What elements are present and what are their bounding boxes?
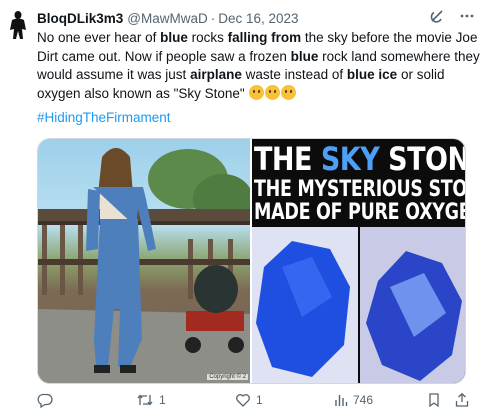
share-icon [454, 392, 470, 408]
blue-rock-image-right [360, 227, 465, 383]
author-name[interactable]: BloqDLik3m3 [37, 11, 123, 26]
bookmark-icon [427, 392, 441, 408]
blue-rock-image-left [252, 227, 358, 383]
like-icon [235, 392, 251, 408]
sky-stone-subtitle-line1: THE MYSTERIOUS STONE [254, 177, 465, 202]
like-count: 1 [256, 393, 263, 407]
face-with-monocle-icon [249, 84, 265, 100]
media-photo-joe-dirt[interactable]: Copyright © 2 [38, 139, 250, 383]
thinking-face-icon [265, 84, 281, 100]
retweet-button[interactable]: 1 [136, 392, 166, 408]
like-button[interactable]: 1 [235, 392, 263, 408]
tweet-text: No one ever hear of blue rocks falling f… [37, 29, 482, 103]
shushing-face-icon [281, 84, 297, 100]
grok-icon[interactable] [429, 8, 445, 24]
reply-icon [37, 392, 53, 408]
bookmark-button[interactable] [427, 392, 441, 408]
views-count: 746 [353, 393, 374, 407]
tweet-header: BloqDLik3m3 @MawMwaD · Dec 16, 2023 [37, 8, 475, 28]
tweet-text-bold: blue [160, 30, 188, 45]
tweet-text-bold: blue ice [346, 67, 398, 82]
tweet-text-segment: rocks [187, 30, 228, 45]
tweet-text-bold: blue [290, 48, 319, 64]
action-bar: 1 1 746 [37, 392, 482, 410]
tweet-date[interactable]: Dec 16, 2023 [218, 11, 298, 26]
media-grid: Copyright © 2 THE SKY STONE THE MYSTERIO… [37, 138, 466, 384]
retweet-icon [136, 392, 154, 408]
media-photo-sky-stone[interactable]: THE SKY STONE THE MYSTERIOUS STONE MADE … [252, 139, 465, 383]
tweet-text-bold: airplane [190, 67, 242, 82]
separator-dot: · [210, 10, 216, 26]
title-part2: STONE [388, 141, 465, 179]
hashtag-link[interactable]: #HidingTheFirmament [37, 110, 171, 125]
avatar[interactable] [7, 10, 29, 40]
title-part1: THE [254, 141, 321, 179]
share-button[interactable] [454, 392, 470, 408]
retweet-count: 1 [159, 393, 166, 407]
sky-stone-title: THE SKY STONE [252, 141, 465, 178]
reply-button[interactable] [37, 392, 58, 408]
tweet-text-segment: No one ever hear of [37, 30, 161, 45]
views-button[interactable]: 746 [334, 392, 373, 408]
tweet-text-bold: falling from [227, 30, 302, 45]
more-icon[interactable] [459, 8, 475, 24]
sky-stone-subtitle-line2: MADE OF PURE OXYGEN [254, 200, 465, 225]
copyright-text: Copyright © 2 [207, 374, 248, 380]
views-icon [334, 392, 348, 408]
tweet-text-segment: waste instead of [241, 67, 347, 82]
title-sky-word: SKY [320, 141, 380, 179]
author-handle[interactable]: @MawMwaD [127, 11, 207, 26]
